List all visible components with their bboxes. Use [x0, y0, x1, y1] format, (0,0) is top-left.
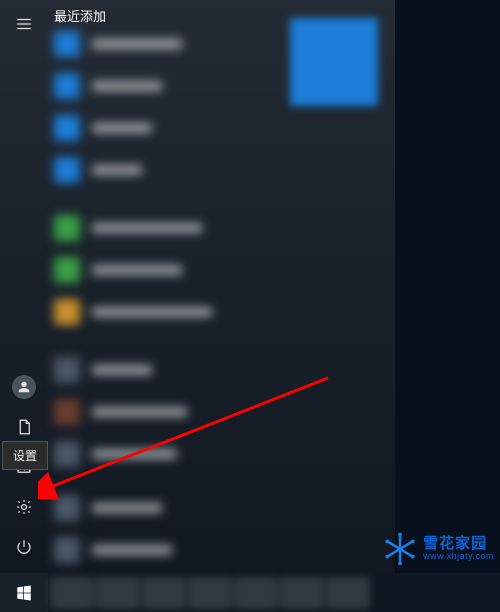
taskbar-apps-blurred — [50, 577, 370, 609]
start-button[interactable] — [0, 573, 48, 612]
section-header-recently-added: 最近添加 — [54, 6, 106, 25]
app-list-blurred — [54, 26, 280, 574]
windows-logo-icon — [15, 584, 33, 602]
user-account-button[interactable] — [0, 367, 48, 407]
watermark: 雪花家园 www.xhjaty.com — [383, 532, 494, 566]
power-icon — [15, 538, 33, 556]
taskbar — [0, 573, 500, 612]
power-button[interactable] — [0, 527, 48, 567]
user-icon — [12, 375, 36, 399]
hamburger-icon — [15, 15, 33, 33]
watermark-url: www.xhjaty.com — [423, 552, 494, 562]
gear-icon — [15, 498, 33, 516]
documents-icon — [15, 418, 33, 436]
hamburger-button[interactable] — [0, 4, 48, 44]
start-menu-panel: 最近添加 — [0, 0, 395, 573]
watermark-name: 雪花家园 — [423, 536, 494, 553]
desktop-background — [395, 0, 500, 573]
snowflake-icon — [383, 532, 417, 566]
settings-tooltip: 设置 — [2, 441, 48, 470]
start-left-rail — [0, 0, 48, 573]
settings-button[interactable] — [0, 487, 48, 527]
tile-area-blurred — [290, 18, 378, 106]
start-menu-screenshot: 最近添加 — [0, 0, 500, 612]
